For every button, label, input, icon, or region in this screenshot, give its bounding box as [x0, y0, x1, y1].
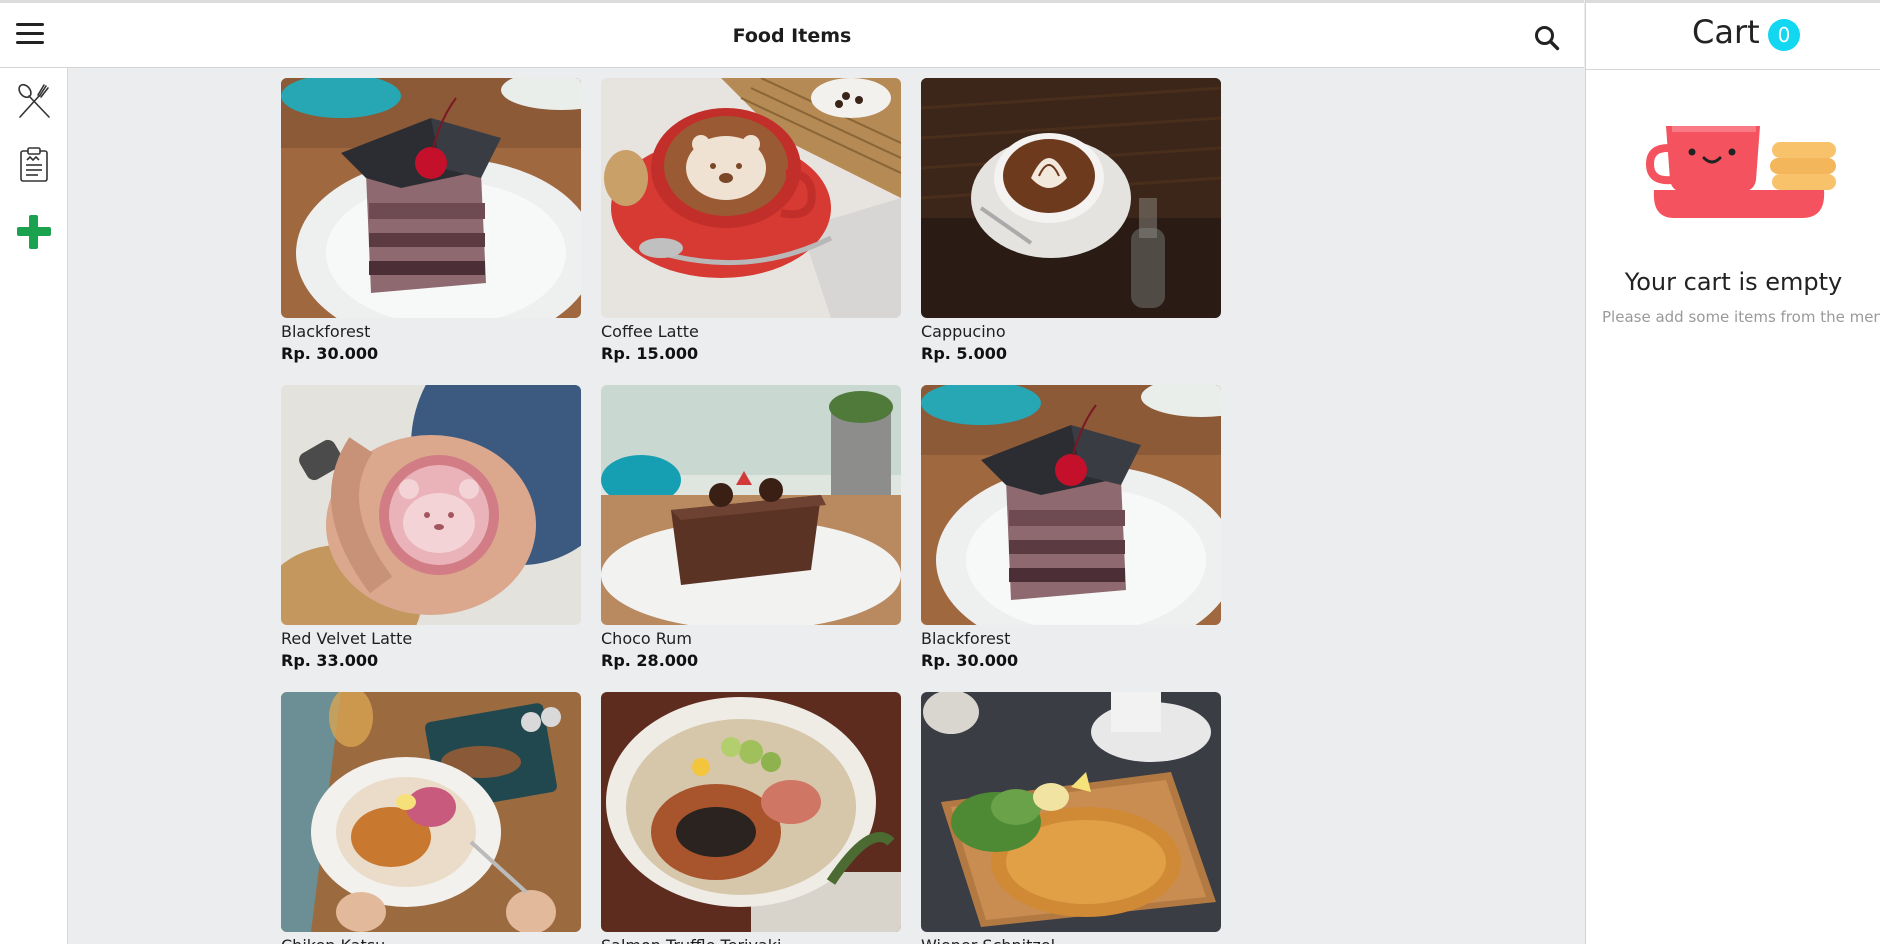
cart-title: Cart	[1692, 13, 1760, 51]
item-price: Rp. 28.000	[601, 651, 699, 670]
cart-empty-title: Your cart is empty	[1624, 268, 1843, 296]
fork-spoon-icon[interactable]	[14, 81, 54, 121]
menu-item-card[interactable]: Chiken Katsu	[281, 692, 581, 944]
item-name: Choco Rum	[601, 629, 692, 648]
app: Food Items Blackforest Rp. 30.000 Coffee…	[0, 0, 1880, 944]
cappucino-image	[921, 78, 1221, 318]
top-header: Food Items	[0, 0, 1584, 68]
salmon-truffle-teriyaki-image	[601, 692, 901, 932]
search-icon[interactable]	[1534, 25, 1560, 51]
cart-empty-subtitle: Please add some items from the menu	[1602, 308, 1880, 326]
empty-cart-cup-icon	[1642, 118, 1852, 222]
menu-item-card[interactable]: Red Velvet Latte Rp. 33.000	[281, 385, 581, 672]
menu-grid: Blackforest Rp. 30.000 Coffee Latte Rp. …	[281, 78, 1241, 944]
item-name: Red Velvet Latte	[281, 629, 413, 648]
menu-item-card[interactable]: Cappucino Rp. 5.000	[921, 78, 1221, 365]
page-title: Food Items	[732, 25, 852, 47]
menu-item-card[interactable]: Choco Rum Rp. 28.000	[601, 385, 901, 672]
coffee-latte-image	[601, 78, 901, 318]
item-price: Rp. 30.000	[281, 344, 379, 363]
menu-area: Blackforest Rp. 30.000 Coffee Latte Rp. …	[68, 68, 1584, 944]
menu-item-card[interactable]: Wiener Schnitzel	[921, 692, 1221, 944]
receipt-icon[interactable]	[14, 145, 54, 185]
blackforest-cake-image	[921, 385, 1221, 625]
item-price: Rp. 33.000	[281, 651, 379, 670]
wiener-schnitzel-image	[921, 692, 1221, 932]
menu-item-card[interactable]: Salmon Truffle Teriyaki	[601, 692, 901, 944]
cart-count-badge: 0	[1768, 19, 1800, 51]
red-velvet-latte-image	[281, 385, 581, 625]
item-name: Blackforest	[281, 322, 371, 341]
menu-item-card[interactable]: Blackforest Rp. 30.000	[281, 78, 581, 365]
cart-header: Cart 0	[1586, 0, 1880, 70]
item-name: Blackforest	[921, 629, 1011, 648]
chicken-katsu-image	[281, 692, 581, 932]
cart-panel: Cart 0 Your cart is empty Please add som…	[1585, 0, 1880, 944]
item-name: Wiener Schnitzel	[921, 935, 1221, 944]
choco-rum-image	[601, 385, 901, 625]
item-name: Coffee Latte	[601, 322, 699, 341]
add-plus-icon[interactable]	[14, 212, 54, 252]
item-name: Chiken Katsu	[281, 935, 581, 944]
sidebar	[0, 68, 68, 944]
item-price: Rp. 5.000	[921, 344, 1008, 363]
item-price: Rp. 15.000	[601, 344, 699, 363]
menu-item-card[interactable]: Coffee Latte Rp. 15.000	[601, 78, 901, 365]
menu-item-card[interactable]: Blackforest Rp. 30.000	[921, 385, 1221, 672]
item-name: Cappucino	[921, 322, 1006, 341]
item-name: Salmon Truffle Teriyaki	[601, 935, 901, 944]
item-price: Rp. 30.000	[921, 651, 1019, 670]
blackforest-cake-image	[281, 78, 581, 318]
